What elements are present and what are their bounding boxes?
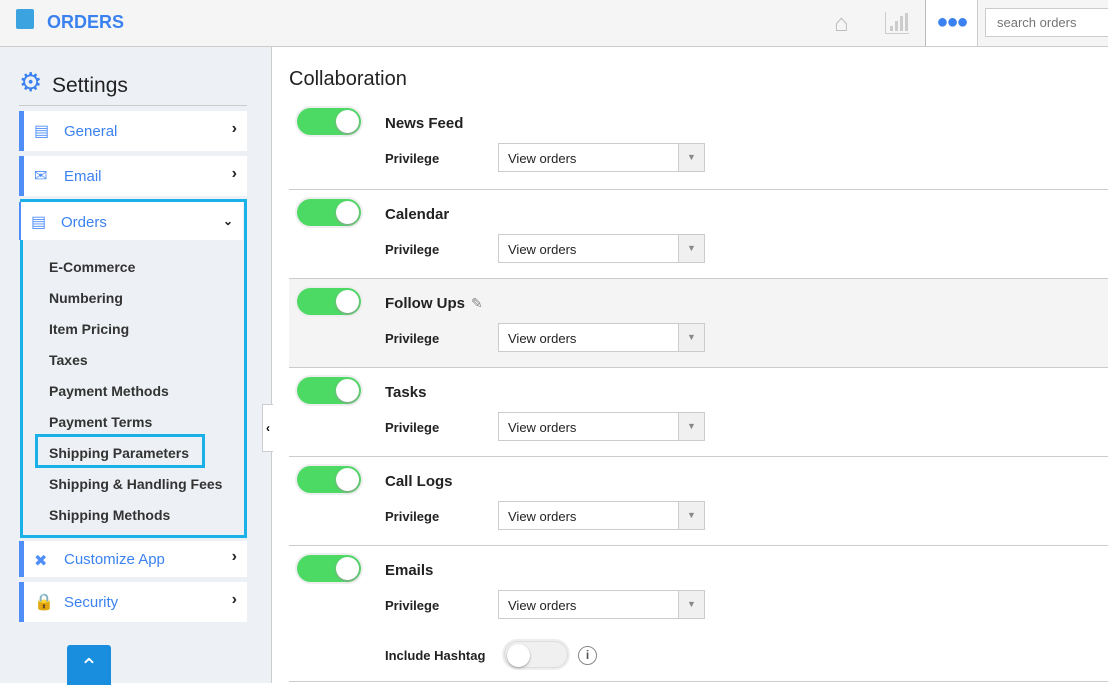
section-follow-ups: Follow Ups ✎ Privilege View orders ▼ bbox=[289, 279, 1108, 368]
sidebar: ⚙ Settings ▤ General › ✉ Email › ▤ Orders ⌄ E-C… bbox=[0, 47, 272, 685]
chevron-down-icon: ⌄ bbox=[222, 214, 233, 228]
pencil-icon[interactable]: ✎ bbox=[471, 295, 483, 311]
gear-icon: ⚙ bbox=[19, 67, 43, 97]
sidebar-item-general[interactable]: ▤ General › bbox=[19, 111, 247, 151]
search-input[interactable] bbox=[985, 8, 1108, 37]
scroll-up-button[interactable]: ⌃ bbox=[67, 645, 111, 685]
sub-shipping-handling-fees[interactable]: Shipping & Handling Fees bbox=[49, 476, 222, 492]
toggle-follow-ups[interactable] bbox=[297, 288, 361, 315]
section-tasks: Tasks Privilege View orders ▼ bbox=[289, 368, 1108, 457]
section-emails: Emails Privilege View orders ▼ Include Ha… bbox=[289, 546, 1108, 682]
lock-icon: 🔒 bbox=[34, 594, 54, 611]
chevron-right-icon: › bbox=[231, 165, 237, 182]
toggle-news-feed[interactable] bbox=[297, 108, 361, 135]
sub-numbering[interactable]: Numbering bbox=[49, 290, 123, 306]
orders-icon: ▤ bbox=[31, 214, 47, 231]
chevron-right-icon: › bbox=[231, 120, 237, 137]
privilege-select[interactable]: View orders ▼ bbox=[498, 501, 705, 530]
shopping-bag-icon bbox=[16, 9, 34, 29]
sidebar-item-security[interactable]: 🔒 Security › bbox=[19, 582, 247, 622]
settings-heading: ⚙ Settings bbox=[19, 67, 247, 106]
tools-icon: ✖ bbox=[34, 553, 48, 570]
dropdown-arrow-icon: ▼ bbox=[678, 413, 704, 440]
more-icon[interactable]: ●●● bbox=[925, 0, 978, 46]
sub-payment-terms[interactable]: Payment Terms bbox=[49, 414, 152, 430]
toggle-include-hashtag[interactable] bbox=[504, 641, 568, 668]
top-header: ORDERS ⌂ ●●● bbox=[0, 0, 1108, 47]
dropdown-arrow-icon: ▼ bbox=[678, 502, 704, 529]
app-title[interactable]: ORDERS bbox=[47, 12, 124, 33]
section-news-feed: News Feed Privilege View orders ▼ bbox=[289, 99, 1108, 190]
home-icon[interactable]: ⌂ bbox=[834, 10, 849, 38]
orders-group: ▤ Orders ⌄ E-Commerce Numbering Item Prici… bbox=[19, 199, 247, 538]
privilege-select[interactable]: View orders ▼ bbox=[498, 323, 705, 352]
toggle-call-logs[interactable] bbox=[297, 466, 361, 493]
monitor-icon: ▤ bbox=[34, 123, 50, 140]
dropdown-arrow-icon: ▼ bbox=[678, 324, 704, 351]
toggle-tasks[interactable] bbox=[297, 377, 361, 404]
chevron-right-icon: › bbox=[231, 548, 237, 565]
sidebar-item-orders[interactable]: ▤ Orders ⌄ bbox=[19, 202, 243, 240]
dropdown-arrow-icon: ▼ bbox=[678, 591, 704, 618]
sub-ecommerce[interactable]: E-Commerce bbox=[49, 259, 135, 275]
privilege-select[interactable]: View orders ▼ bbox=[498, 412, 705, 441]
section-calendar: Calendar Privilege View orders ▼ bbox=[289, 190, 1108, 279]
sub-shipping-parameters[interactable]: Shipping Parameters bbox=[49, 445, 189, 461]
toggle-calendar[interactable] bbox=[297, 199, 361, 226]
bar-chart-icon[interactable] bbox=[885, 12, 909, 34]
sub-shipping-methods[interactable]: Shipping Methods bbox=[49, 507, 170, 523]
dropdown-arrow-icon: ▼ bbox=[678, 144, 704, 171]
sub-payment-methods[interactable]: Payment Methods bbox=[49, 383, 169, 399]
info-icon[interactable]: i bbox=[578, 646, 597, 665]
privilege-select[interactable]: View orders ▼ bbox=[498, 590, 705, 619]
section-call-logs: Call Logs Privilege View orders ▼ bbox=[289, 457, 1108, 546]
collapse-sidebar-button[interactable]: ‹ bbox=[262, 404, 273, 452]
chevron-right-icon: › bbox=[231, 591, 237, 608]
sub-item-pricing[interactable]: Item Pricing bbox=[49, 321, 129, 337]
page-title: Collaboration bbox=[289, 68, 407, 90]
sidebar-item-customize-app[interactable]: ✖ Customize App › bbox=[19, 541, 247, 577]
toggle-emails[interactable] bbox=[297, 555, 361, 582]
sidebar-item-email[interactable]: ✉ Email › bbox=[19, 156, 247, 196]
sub-taxes[interactable]: Taxes bbox=[49, 352, 88, 368]
privilege-select[interactable]: View orders ▼ bbox=[498, 234, 705, 263]
dropdown-arrow-icon: ▼ bbox=[678, 235, 704, 262]
privilege-select[interactable]: View orders ▼ bbox=[498, 143, 705, 172]
envelope-icon: ✉ bbox=[34, 168, 48, 185]
